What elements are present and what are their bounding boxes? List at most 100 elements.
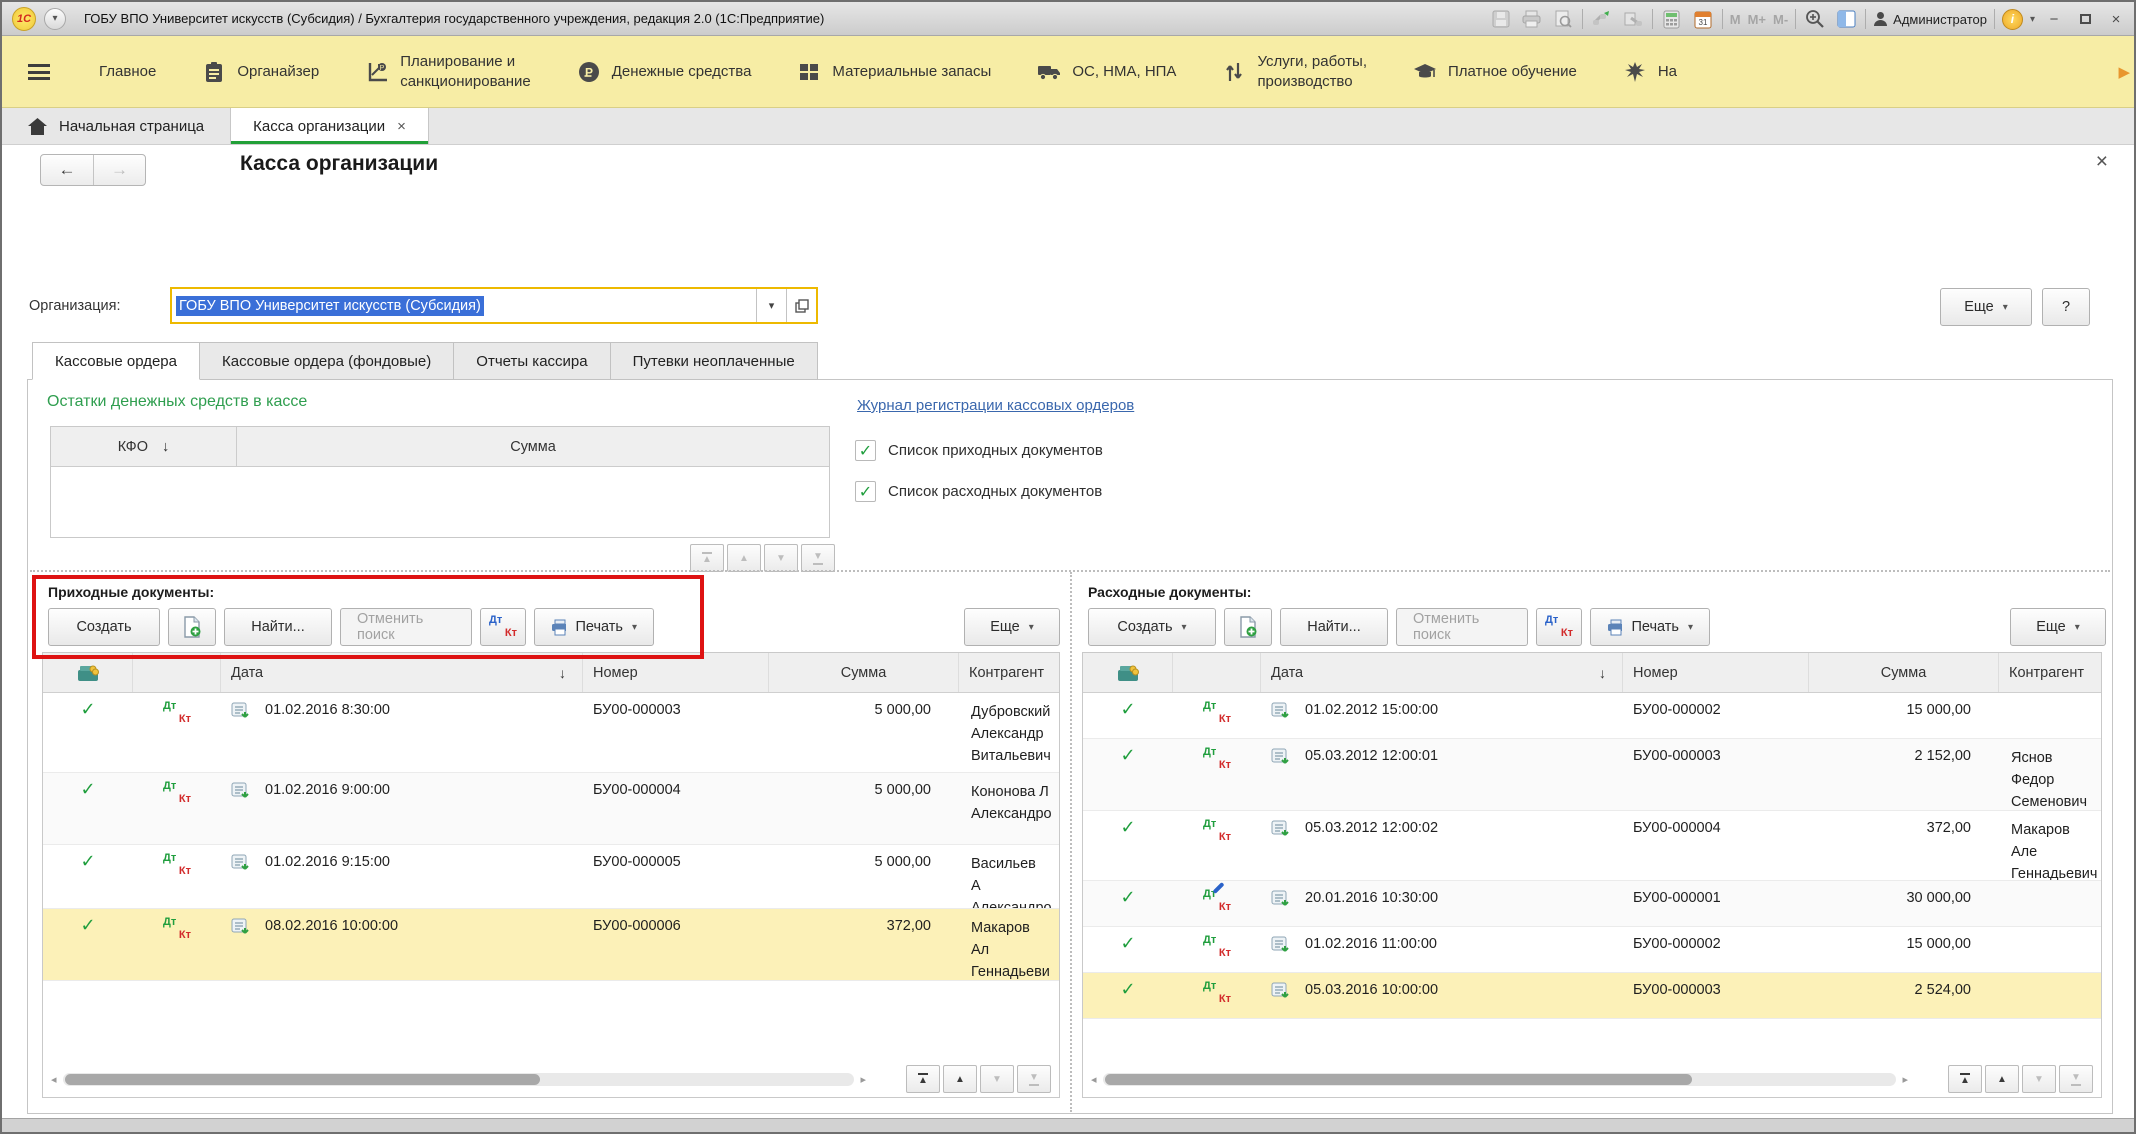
organization-dropdown-icon[interactable]: ▾: [756, 289, 786, 322]
table-row[interactable]: ✓ Дт Кт 20.01.2016 10:30:00 БУ00-000001 3…: [1083, 881, 2101, 927]
memory-recall-icon[interactable]: M: [1730, 12, 1741, 27]
attach-link-icon[interactable]: [1621, 7, 1645, 31]
minimize-button[interactable]: −: [2042, 11, 2066, 28]
incoming-create-button[interactable]: Создать: [48, 608, 160, 646]
table-row[interactable]: ✓ Дт Кт 01.02.2016 9:15:00 БУ00-000005 5 …: [43, 845, 1059, 909]
menu-item-services[interactable]: Услуги, работы, производство: [1199, 36, 1390, 107]
column-sum[interactable]: Сумма: [769, 653, 959, 692]
tab-home[interactable]: Начальная страница: [2, 108, 230, 144]
incoming-new-document-icon[interactable]: [168, 608, 216, 646]
close-button[interactable]: ×: [2104, 11, 2128, 28]
column-kfo[interactable]: КФО ↓: [51, 427, 237, 466]
incoming-more-button[interactable]: Еще ▾: [964, 608, 1060, 646]
cash-register-icon[interactable]: [1083, 653, 1173, 692]
info-icon[interactable]: i: [2001, 8, 2023, 30]
go-up-button[interactable]: ▲: [1985, 1065, 2019, 1093]
menu-item-taxes[interactable]: На: [1600, 36, 1700, 107]
go-first-button[interactable]: ▲: [1948, 1065, 1982, 1093]
table-row-selected[interactable]: ✓ Дт Кт 05.03.2016 10:00:00 БУ00-000003 2…: [1083, 973, 2101, 1019]
menu-item-paid-education[interactable]: Платное обучение: [1390, 36, 1600, 107]
column-contragent[interactable]: Контрагент: [959, 653, 1059, 692]
calendar-icon[interactable]: 31: [1691, 7, 1715, 31]
column-number[interactable]: Номер: [1623, 653, 1809, 692]
column-sum[interactable]: Сумма: [237, 427, 829, 466]
journal-link[interactable]: Журнал регистрации кассовых ордеров: [857, 397, 1134, 414]
tab-cash-orders-fund[interactable]: Кассовые ордера (фондовые): [199, 342, 455, 380]
tab-cash-orders[interactable]: Кассовые ордера: [32, 342, 200, 380]
menu-overflow-arrow-icon[interactable]: ▶: [2118, 63, 2130, 81]
incoming-find-button[interactable]: Найти...: [224, 608, 332, 646]
forward-button[interactable]: →: [93, 155, 145, 185]
menu-item-main[interactable]: Главное: [76, 36, 179, 107]
table-row-selected[interactable]: ✓ Дт Кт 08.02.2016 10:00:00 БУ00-000006 3…: [43, 909, 1059, 981]
menu-item-fixed-assets[interactable]: ОС, НМА, НПА: [1014, 36, 1199, 107]
page-more-button[interactable]: Еще ▾: [1940, 288, 2032, 326]
menu-item-cash[interactable]: Р Денежные средства: [554, 36, 775, 107]
info-dropdown-icon[interactable]: ▾: [2030, 14, 2035, 25]
table-row[interactable]: ✓ Дт Кт 01.02.2012 15:00:00 БУ00-000002 1…: [1083, 693, 2101, 739]
back-button[interactable]: ←: [41, 155, 93, 185]
organization-field[interactable]: ГОБУ ВПО Университет искусств (Субсидия)…: [170, 287, 818, 324]
outgoing-new-document-icon[interactable]: [1224, 608, 1272, 646]
print-preview-icon[interactable]: [1551, 7, 1575, 31]
column-contragent[interactable]: Контрагент: [1999, 653, 2101, 692]
incoming-dtkt-button[interactable]: Дт Кт: [480, 608, 526, 646]
scroll-left-icon[interactable]: ◂: [51, 1073, 57, 1086]
print-icon[interactable]: [1520, 7, 1544, 31]
table-row[interactable]: ✓ Дт Кт 01.02.2016 11:00:00 БУ00-000002 1…: [1083, 927, 2101, 973]
outgoing-cancel-search-button[interactable]: Отменить поиск: [1396, 608, 1528, 646]
go-down-button[interactable]: ▼: [764, 544, 798, 572]
hamburger-icon[interactable]: [28, 63, 50, 80]
tab-unpaid-vouchers[interactable]: Путевки неоплаченные: [610, 342, 818, 380]
outgoing-more-button[interactable]: Еще ▾: [2010, 608, 2106, 646]
hscrollbar-track[interactable]: [62, 1072, 855, 1086]
column-sum[interactable]: Сумма: [1809, 653, 1999, 692]
hscrollbar-thumb[interactable]: [64, 1073, 540, 1085]
memory-subtract-icon[interactable]: M-: [1773, 12, 1788, 27]
hscrollbar-track[interactable]: [1102, 1072, 1897, 1086]
menu-item-inventory[interactable]: Материальные запасы: [774, 36, 1014, 107]
checkbox-incoming-list[interactable]: ✓ Список приходных документов: [855, 440, 1103, 461]
form-close-icon[interactable]: ×: [2096, 150, 2108, 174]
outgoing-print-button[interactable]: Печать ▾: [1590, 608, 1710, 646]
hscrollbar-thumb[interactable]: [1104, 1073, 1693, 1085]
menu-item-planning[interactable]: Р Планирование и санкционирование: [342, 36, 554, 107]
table-row[interactable]: ✓ Дт Кт 01.02.2016 8:30:00 БУ00-000003 5 …: [43, 693, 1059, 773]
go-down-button[interactable]: ▼: [2022, 1065, 2056, 1093]
maximize-button[interactable]: [2073, 11, 2097, 28]
incoming-cancel-search-button[interactable]: Отменить поиск: [340, 608, 472, 646]
go-last-button[interactable]: ▼: [801, 544, 835, 572]
go-up-button[interactable]: ▲: [943, 1065, 977, 1093]
incoming-print-button[interactable]: Печать ▾: [534, 608, 654, 646]
go-first-button[interactable]: ▲: [690, 544, 724, 572]
tab-kassa[interactable]: Касса организации ×: [230, 108, 429, 144]
go-last-button[interactable]: ▼: [1017, 1065, 1051, 1093]
outgoing-dtkt-button[interactable]: Дт Кт: [1536, 608, 1582, 646]
save-icon[interactable]: [1489, 7, 1513, 31]
zoom-icon[interactable]: [1803, 7, 1827, 31]
help-button[interactable]: ?: [2042, 288, 2090, 326]
go-first-button[interactable]: ▲: [906, 1065, 940, 1093]
go-down-button[interactable]: ▼: [980, 1065, 1014, 1093]
calculator-icon[interactable]: [1660, 7, 1684, 31]
go-last-button[interactable]: ▼: [2059, 1065, 2093, 1093]
tab-cashier-reports[interactable]: Отчеты кассира: [454, 342, 611, 380]
table-row[interactable]: ✓ Дт Кт 05.03.2012 12:00:02 БУ00-000004 3…: [1083, 811, 2101, 881]
main-menu-dropdown-icon[interactable]: ▾: [44, 7, 66, 30]
go-up-button[interactable]: ▲: [727, 544, 761, 572]
table-row[interactable]: ✓ Дт Кт 05.03.2012 12:00:01 БУ00-000003 2…: [1083, 739, 2101, 811]
checkbox-outgoing-list[interactable]: ✓ Список расходных документов: [855, 481, 1102, 502]
menu-item-organizer[interactable]: Органайзер: [179, 36, 342, 107]
outgoing-find-button[interactable]: Найти...: [1280, 608, 1388, 646]
column-blank[interactable]: [1173, 653, 1261, 692]
table-row[interactable]: ✓ Дт Кт 01.02.2016 9:00:00 БУ00-000004 5 …: [43, 773, 1059, 845]
organization-value[interactable]: ГОБУ ВПО Университет искусств (Субсидия): [172, 289, 756, 322]
tab-close-icon[interactable]: ×: [397, 118, 406, 135]
sync-link-icon[interactable]: [1590, 7, 1614, 31]
scroll-right-icon[interactable]: ▸: [1902, 1073, 1908, 1086]
current-user[interactable]: Администратор: [1873, 11, 1987, 27]
memory-add-icon[interactable]: M+: [1748, 12, 1766, 27]
split-view-icon[interactable]: [1834, 7, 1858, 31]
column-date[interactable]: Дата ↓: [1261, 653, 1623, 692]
scroll-right-icon[interactable]: ▸: [860, 1073, 866, 1086]
